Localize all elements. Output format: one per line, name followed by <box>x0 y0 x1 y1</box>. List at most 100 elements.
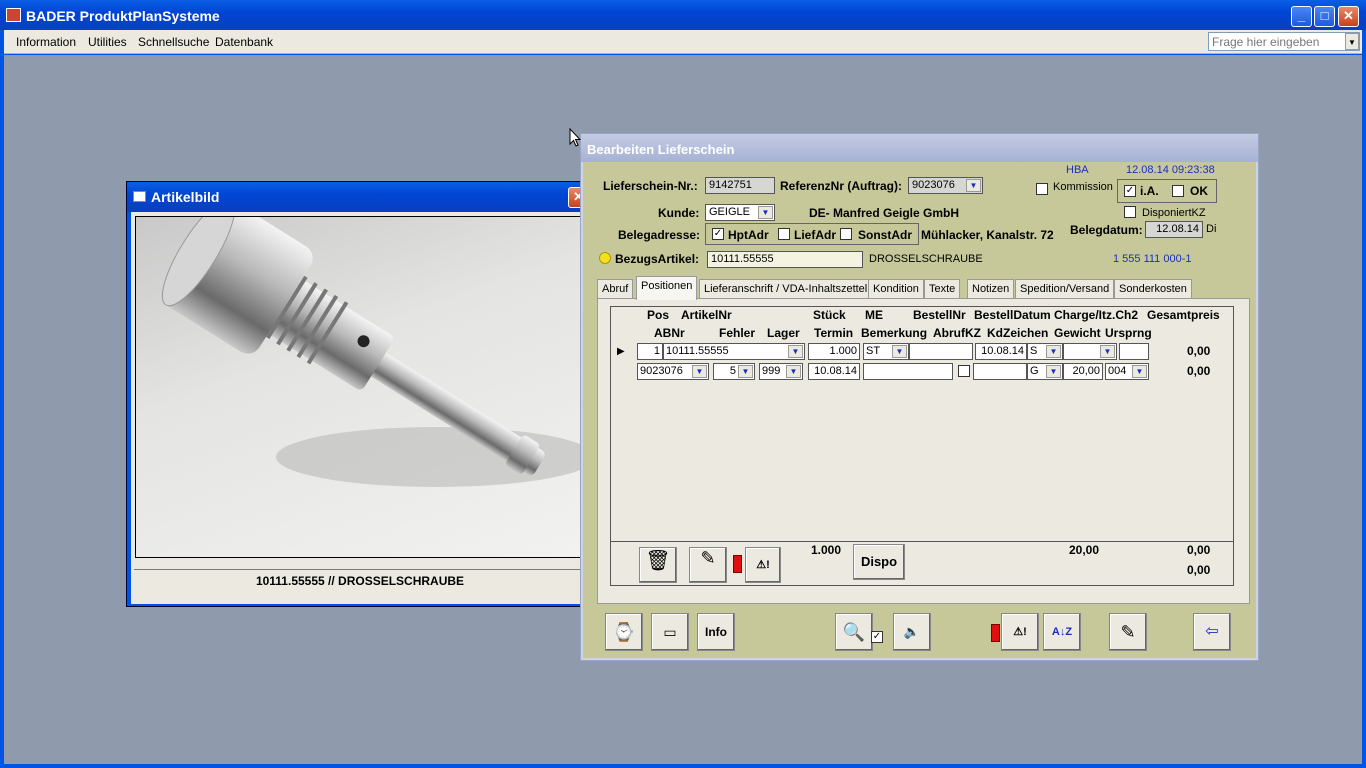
menu-bar: Information Utilities Schnellsuche Daten… <box>4 30 1362 54</box>
watch-icon[interactable]: ⌚ <box>605 613 643 651</box>
kommission-checkbox[interactable] <box>1036 183 1048 195</box>
artikelbild-titlebar[interactable]: Artikelbild ✕ <box>127 182 592 212</box>
kunde-select[interactable]: GEIGLE ▼ <box>705 204 775 221</box>
row2-abnr[interactable]: 9023076 ▼ <box>637 363 709 380</box>
col-abnr: ABNr <box>654 326 685 340</box>
row1-bestelldatum[interactable]: 10.08.14 <box>975 343 1027 360</box>
menu-information[interactable]: Information <box>16 35 76 49</box>
minimize-button[interactable]: _ <box>1291 6 1312 27</box>
lieferschein-window: Bearbeiten Lieferschein HBA 12.08.14 09:… <box>580 133 1259 661</box>
kunde-value: GEIGLE <box>709 206 750 218</box>
row2-gesamtpreis: 0,00 <box>1187 364 1211 378</box>
user-code: HBA <box>1066 164 1089 176</box>
chevron-down-icon[interactable]: ▼ <box>1046 345 1061 358</box>
ok-checkbox[interactable] <box>1172 185 1184 197</box>
chevron-down-icon[interactable]: ▼ <box>738 365 753 378</box>
chevron-down-icon[interactable]: ▼ <box>758 206 773 219</box>
row1-me[interactable]: ST ▼ <box>863 343 909 360</box>
lieferschein-title: Bearbeiten Lieferschein <box>587 142 735 157</box>
row1-artikelnr[interactable]: 10111.55555 ▼ <box>663 343 805 360</box>
tab-notizen[interactable]: Notizen <box>967 279 1015 299</box>
tab-lieferanschrift[interactable]: Lieferanschrift / VDA-Inhaltszettel <box>699 279 873 299</box>
row1-stueck[interactable]: 1.000 <box>808 343 860 360</box>
ask-question-box[interactable]: Frage hier eingeben ▼ <box>1208 32 1360 51</box>
row2-kz[interactable]: G ▼ <box>1027 363 1063 380</box>
pencil-icon[interactable]: ✎ <box>1109 613 1147 651</box>
sonstadr-checkbox[interactable] <box>840 228 852 240</box>
col-gewicht: Gewicht <box>1054 326 1101 340</box>
row2-lager[interactable]: 999 ▼ <box>759 363 803 380</box>
chevron-down-icon[interactable]: ▼ <box>788 345 803 358</box>
close-button[interactable]: ✕ <box>1338 6 1359 27</box>
row2-fehler[interactable]: 5 ▼ <box>713 363 755 380</box>
app-icon[interactable] <box>6 8 21 22</box>
chevron-down-icon[interactable]: ▼ <box>1100 345 1115 358</box>
row1-artikelnr-value: 10111.55555 <box>666 345 729 357</box>
col-bestellnr: BestellNr <box>913 308 966 322</box>
alert-edit-icon[interactable]: ⚠! <box>1001 613 1039 651</box>
belegdatum-field[interactable]: 12.08.14 <box>1145 221 1203 238</box>
disponiert-checkbox[interactable] <box>1124 206 1136 218</box>
tab-positionen[interactable]: Positionen <box>636 276 698 300</box>
menu-schnellsuche[interactable]: Schnellsuche <box>138 35 209 49</box>
row1-pos[interactable]: 1 <box>637 343 663 360</box>
weekday: Di <box>1206 223 1217 235</box>
kunde-label: Kunde: <box>658 206 700 220</box>
tab-texte[interactable]: Texte <box>924 279 961 299</box>
chevron-down-icon[interactable]: ▼ <box>1132 365 1147 378</box>
sort-az-icon[interactable]: A↓Z <box>1043 613 1081 651</box>
trash-icon[interactable]: 🗑 <box>639 547 677 583</box>
referenznr-select[interactable]: 9023076 ▼ <box>908 177 983 194</box>
bezugsartikel-field[interactable]: 10111.55555 <box>707 251 863 268</box>
hptadr-checkbox[interactable]: ✓ <box>712 228 724 240</box>
row1-charge2[interactable] <box>1119 343 1149 360</box>
row1-s-value: S <box>1030 345 1038 357</box>
row2-abrufkz-checkbox[interactable] <box>958 365 970 377</box>
chevron-down-icon[interactable]: ▼ <box>1345 33 1359 50</box>
sound-icon[interactable]: 🔈 <box>893 613 931 651</box>
positionen-grid: Pos ArtikelNr Stück ME BestellNr Bestell… <box>610 306 1234 586</box>
pencil-icon[interactable]: ✎ <box>689 547 727 583</box>
chevron-down-icon[interactable]: ▼ <box>1046 365 1061 378</box>
article-caption: 10111.55555 // DROSSELSCHRAUBE <box>134 569 586 601</box>
print-preview-checkbox[interactable]: ✓ <box>871 631 883 643</box>
form-icon <box>133 191 146 202</box>
ia-checkbox[interactable]: ✓ <box>1124 185 1136 197</box>
chevron-down-icon[interactable]: ▼ <box>966 179 981 192</box>
menu-datenbank[interactable]: Datenbank <box>215 35 273 49</box>
liefadr-checkbox[interactable] <box>778 228 790 240</box>
exit-icon[interactable]: ⇦ <box>1193 613 1231 651</box>
tab-sonderkosten[interactable]: Sonderkosten <box>1114 279 1192 299</box>
record-selector-icon[interactable]: ▶ <box>617 346 625 357</box>
app-title: BADER ProduktPlanSysteme <box>26 8 220 24</box>
menu-utilities[interactable]: Utilities <box>88 35 127 49</box>
row2-bemerkung[interactable] <box>863 363 953 380</box>
row1-charge[interactable]: ▼ <box>1063 343 1117 360</box>
camera-icon[interactable]: ▭ <box>651 613 689 651</box>
row2-termin[interactable]: 10.08.14 <box>808 363 860 380</box>
chevron-down-icon[interactable]: ▼ <box>692 365 707 378</box>
col-abrufkz: AbrufKZ <box>933 326 981 340</box>
col-stueck: Stück <box>813 308 846 322</box>
tab-kondition[interactable]: Kondition <box>868 279 924 299</box>
chevron-down-icon[interactable]: ▼ <box>892 345 907 358</box>
chevron-down-icon[interactable]: ▼ <box>786 365 801 378</box>
row2-kdzeichen[interactable] <box>973 363 1027 380</box>
print-preview-icon[interactable]: 🔍 <box>835 613 873 651</box>
alert-edit-icon[interactable]: ⚠! <box>745 547 781 583</box>
maximize-button[interactable]: □ <box>1314 6 1335 27</box>
lieferschein-titlebar[interactable]: Bearbeiten Lieferschein <box>581 134 1258 162</box>
lieferschein-nr-field[interactable]: 9142751 <box>705 177 775 194</box>
dispo-button[interactable]: Dispo <box>853 544 905 580</box>
info-button[interactable]: Info <box>697 613 735 651</box>
row1-bestellnr[interactable] <box>909 343 973 360</box>
bezugsartikel-code: 1 555 111 000-1 <box>1113 253 1192 265</box>
tab-abruf[interactable]: Abruf <box>597 279 634 299</box>
col-lager: Lager <box>767 326 800 340</box>
tab-spedition[interactable]: Spedition/Versand <box>1015 279 1115 299</box>
app-titlebar[interactable]: BADER ProduktPlanSysteme _ □ ✕ <box>0 0 1366 30</box>
col-fehler: Fehler <box>719 326 756 340</box>
row1-s[interactable]: S ▼ <box>1027 343 1063 360</box>
row2-ursprng[interactable]: 004 ▼ <box>1105 363 1149 380</box>
row2-gewicht[interactable]: 20,00 <box>1063 363 1103 380</box>
